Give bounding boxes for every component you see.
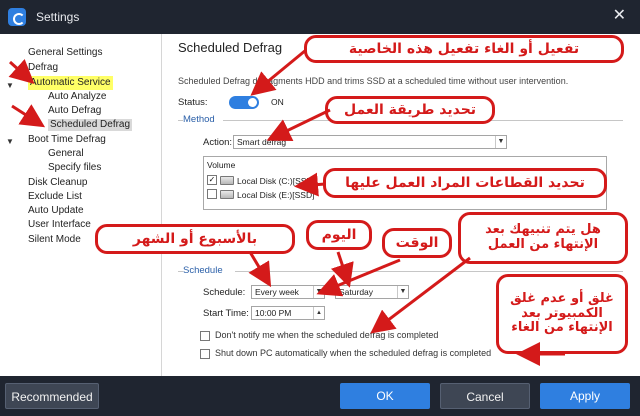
chevron-down-icon: ▼	[495, 136, 506, 148]
dialog-footer: Recommended OK Cancel Apply	[0, 376, 640, 416]
app-logo-icon	[8, 8, 26, 26]
chevron-down-icon[interactable]: ▼	[6, 137, 14, 146]
status-label: Status:	[178, 97, 208, 108]
schedule-select[interactable]: Every week ▼	[251, 285, 325, 299]
window-title: Settings	[36, 10, 80, 24]
apply-button[interactable]: Apply	[540, 383, 630, 409]
chevron-down-icon[interactable]: ▼	[6, 81, 14, 90]
sidebar-item-boot-time-defrag[interactable]: Boot Time Defrag	[28, 134, 106, 146]
cancel-button[interactable]: Cancel	[440, 383, 530, 409]
sidebar-item-disk-cleanup[interactable]: Disk Cleanup	[28, 177, 87, 189]
sidebar-item-auto-update[interactable]: Auto Update	[28, 205, 84, 217]
drive-icon	[220, 176, 234, 185]
schedule-group-title: Schedule	[183, 265, 223, 276]
ok-button[interactable]: OK	[340, 383, 430, 409]
divider	[235, 271, 623, 272]
drive-icon	[220, 190, 234, 199]
volume-c-label: Local Disk (C:)[SSD]	[237, 176, 315, 186]
schedule-select-value: Every week	[255, 287, 299, 297]
annotation-time: الوقت	[382, 228, 452, 258]
volume-c-checkbox[interactable]: ✓	[207, 175, 217, 185]
recommended-button[interactable]: Recommended	[5, 383, 99, 409]
day-select-value: Saturday	[339, 287, 374, 297]
schedule-label: Schedule:	[203, 287, 246, 298]
volume-e-checkbox[interactable]	[207, 189, 217, 199]
shutdown-label: Shut down PC automatically when the sche…	[215, 348, 492, 358]
description-text: Scheduled Defrag defragments HDD and tri…	[178, 76, 569, 86]
chevron-down-icon: ▼	[397, 286, 408, 298]
method-group-title: Method	[183, 114, 215, 125]
annotation-notify-line-1: هل يتم تنبيهك بعد	[485, 222, 601, 238]
annotation-shutdown-line-1: غلق أو عدم غلق	[510, 290, 614, 306]
spinner-icon: ▲	[313, 307, 324, 319]
shutdown-checkbox[interactable]	[200, 349, 210, 359]
annotation-shutdown-line-2: الكمبيوتر بعد	[521, 305, 603, 321]
annotation-day: اليوم	[306, 220, 372, 250]
start-time-input[interactable]: 10:00 PM ▲	[251, 306, 325, 320]
sidebar-item-user-interface[interactable]: User Interface	[28, 219, 91, 231]
sidebar-item-silent-mode[interactable]: Silent Mode	[28, 234, 81, 246]
action-label: Action:	[203, 137, 233, 148]
sidebar-item-general-settings[interactable]: General Settings	[28, 47, 103, 59]
annotation-work-method: تحديد طريقة العمل	[325, 96, 495, 124]
notify-checkbox[interactable]	[200, 331, 210, 341]
notify-label: Don't notify me when the scheduled defra…	[215, 330, 439, 340]
sidebar-item-auto-defrag[interactable]: Auto Defrag	[48, 105, 101, 117]
annotation-notify: هل يتم تنبيهك بعد الإنتهاء من العمل	[458, 212, 628, 264]
annotation-shutdown: غلق أو عدم غلق الكمبيوتر بعد الإنتهاء من…	[496, 274, 628, 354]
start-time-label: Start Time:	[203, 308, 249, 319]
page-title: Scheduled Defrag	[178, 40, 283, 55]
sidebar-item-general[interactable]: General	[48, 148, 84, 160]
action-select[interactable]: Smart defrag ▼	[233, 135, 507, 149]
volume-column-header: Volume	[207, 160, 236, 170]
status-value: ON	[271, 97, 284, 107]
settings-tree: ▼ ▼ General Settings Defrag Automatic Se…	[0, 34, 162, 376]
status-toggle[interactable]	[229, 96, 259, 109]
title-bar: Settings ✕	[0, 0, 640, 34]
volume-e-label: Local Disk (E:)[SSD]	[237, 190, 315, 200]
sidebar-item-defrag[interactable]: Defrag	[28, 62, 58, 74]
sidebar-item-scheduled-defrag[interactable]: Scheduled Defrag	[48, 119, 133, 131]
sidebar-item-exclude-list[interactable]: Exclude List	[28, 191, 82, 203]
chevron-down-icon: ▼	[313, 286, 324, 298]
annotation-target-sectors: تحديد القطاعات المراد العمل عليها	[323, 168, 607, 198]
close-icon[interactable]: ✕	[613, 8, 626, 24]
sidebar-item-auto-analyze[interactable]: Auto Analyze	[48, 91, 106, 103]
annotation-shutdown-line-3: الإنتهاء من الغاء	[511, 320, 613, 336]
sidebar-item-automatic-service[interactable]: Automatic Service	[28, 76, 113, 90]
start-time-value: 10:00 PM	[255, 308, 292, 318]
annotation-notify-line-2: الإنتهاء من العمل	[487, 237, 599, 252]
action-select-value: Smart defrag	[237, 137, 287, 147]
sidebar-item-specify-files[interactable]: Specify files	[48, 162, 101, 174]
annotation-toggle-feature: تفعيل أو الغاء تفعيل هذه الخاصية	[304, 35, 624, 63]
day-select[interactable]: Saturday ▼	[335, 285, 409, 299]
annotation-weekly-monthly: بالأسبوع أو الشهر	[95, 224, 295, 254]
